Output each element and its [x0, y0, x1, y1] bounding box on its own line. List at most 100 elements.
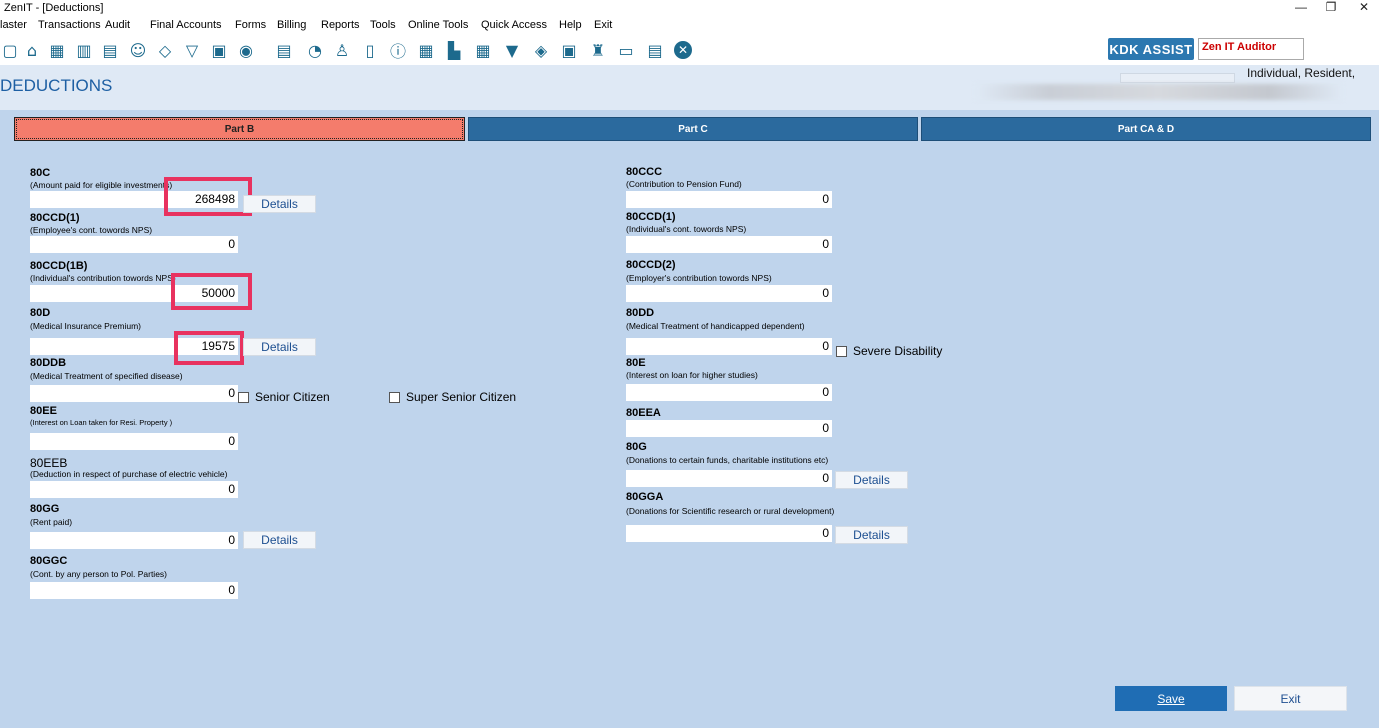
pie-chart-icon[interactable]: ◔: [305, 40, 325, 60]
upload-icon[interactable]: ◈: [531, 40, 551, 60]
menu-exit[interactable]: Exit: [594, 19, 612, 31]
bar-chart-icon[interactable]: ▥: [74, 40, 94, 60]
bs-icon[interactable]: ▣: [559, 40, 579, 60]
80ccd2-input[interactable]: 0: [626, 285, 832, 302]
menu-audit[interactable]: Audit: [105, 19, 130, 31]
80dd-input[interactable]: 0: [626, 338, 832, 355]
80gga-details-button[interactable]: Details: [835, 526, 908, 544]
80g-input[interactable]: 0: [626, 470, 832, 487]
grid-icon[interactable]: ▦: [47, 40, 67, 60]
form-icon[interactable]: ▤: [645, 40, 665, 60]
schedule-icon[interactable]: ▦: [473, 40, 493, 60]
menu-quick-access[interactable]: Quick Access: [481, 19, 547, 31]
80ggc-sublabel: (Cont. by any person to Pol. Parties): [30, 569, 168, 579]
calculator-icon[interactable]: ▤: [274, 40, 294, 60]
restore-button[interactable]: ❐: [1316, 0, 1346, 14]
page-title: DEDUCTIONS: [0, 76, 113, 95]
80d-sublabel: (Medical Insurance Premium): [30, 321, 142, 331]
export-icon[interactable]: ▙: [444, 40, 464, 60]
80d-label: 80D: [30, 307, 51, 319]
minimize-button[interactable]: —: [1286, 0, 1316, 14]
80e-input[interactable]: 0: [626, 384, 832, 401]
80ee-input[interactable]: 0: [30, 433, 238, 450]
80ccd2-label: 80CCD(2): [626, 259, 676, 271]
exit-button[interactable]: Exit: [1234, 686, 1347, 711]
80ccd1-right-input[interactable]: 0: [626, 236, 832, 253]
menu-final-accounts[interactable]: Final Accounts: [150, 19, 222, 31]
save-button[interactable]: Save: [1115, 686, 1227, 711]
download-icon[interactable]: ▼: [502, 40, 522, 60]
80eeb-input[interactable]: 0: [30, 481, 238, 498]
info-icon[interactable]: ⓘ: [388, 40, 408, 61]
menu-billing[interactable]: Billing: [277, 19, 306, 31]
report-icon[interactable]: ▦: [416, 40, 436, 60]
80ggc-input[interactable]: 0: [30, 582, 238, 599]
home-icon[interactable]: ⌂: [22, 40, 42, 60]
tax-icon[interactable]: ▣: [209, 40, 229, 60]
senior-citizen-checkbox[interactable]: Senior Citizen: [238, 390, 330, 404]
menu-master[interactable]: laster: [0, 19, 27, 31]
super-senior-citizen-label: Super Senior Citizen: [406, 390, 517, 404]
80gga-sublabel: (Donations for Scientific research or ru…: [626, 506, 835, 516]
80ccd1-right-label: 80CCD(1): [626, 211, 676, 223]
menu-reports[interactable]: Reports: [321, 19, 360, 31]
3cd-icon[interactable]: ▭: [616, 40, 636, 60]
new-icon[interactable]: ▢: [0, 40, 20, 60]
refresh-icon[interactable]: ◉: [236, 40, 256, 60]
80gg-input[interactable]: 0: [30, 532, 238, 549]
zen-it-auditor-button[interactable]: Zen IT Auditor: [1198, 38, 1304, 60]
menu-bar: laster Transactions Audit Final Accounts…: [0, 18, 1379, 35]
audit-user-icon[interactable]: ♜: [588, 40, 608, 60]
tab-part-b[interactable]: Part B: [14, 117, 465, 141]
80eea-label: 80EEA: [626, 407, 661, 419]
window-title: ZenIT - [Deductions]: [4, 2, 104, 14]
80dd-sublabel: (Medical Treatment of handicapped depend…: [626, 321, 805, 331]
80ccd1b-label: 80CCD(1B): [30, 260, 88, 272]
severe-disability-label: Severe Disability: [853, 344, 943, 358]
80g-details-button[interactable]: Details: [835, 471, 908, 489]
80dd-label: 80DD: [626, 307, 655, 319]
super-senior-citizen-checkbox[interactable]: Super Senior Citizen: [389, 390, 516, 404]
filter-icon[interactable]: ▽: [182, 40, 202, 60]
80gga-input[interactable]: 0: [626, 525, 832, 542]
users-icon[interactable]: ☺: [128, 40, 148, 60]
redacted-field: [1120, 73, 1235, 83]
80c-label: 80C: [30, 167, 51, 179]
close-icon[interactable]: ✕: [674, 41, 692, 59]
menu-help[interactable]: Help: [559, 19, 582, 31]
pay-icon[interactable]: ♙: [332, 40, 352, 60]
checkbox-box: [389, 391, 400, 403]
80g-sublabel: (Donations to certain funds, charitable …: [626, 455, 829, 465]
80ccd1b-sublabel: (Individual's contribution towords NPS): [30, 273, 176, 283]
80c-details-button[interactable]: Details: [243, 195, 316, 213]
80gg-details-button[interactable]: Details: [243, 531, 316, 549]
80eeb-label: 80EEB: [30, 456, 68, 470]
80d-details-button[interactable]: Details: [243, 338, 316, 356]
highlight-80ccd1b: [171, 273, 252, 310]
80ggc-label: 80GGC: [30, 555, 68, 567]
80ddb-input[interactable]: 0: [30, 385, 238, 402]
menu-tools[interactable]: Tools: [370, 19, 396, 31]
menu-forms[interactable]: Forms: [235, 19, 266, 31]
calendar-icon[interactable]: ▤: [100, 40, 120, 60]
close-window-button[interactable]: ✕: [1349, 0, 1379, 14]
tab-part-c[interactable]: Part C: [468, 117, 918, 141]
80ccc-input[interactable]: 0: [626, 191, 832, 208]
80ddb-sublabel: (Medical Treatment of specified disease): [30, 371, 183, 381]
checkbox-box: [836, 345, 847, 357]
title-bar: ZenIT - [Deductions] — ❐ ✕: [0, 0, 1379, 18]
tag-icon[interactable]: ◇: [155, 40, 175, 60]
80ccd1-input[interactable]: 0: [30, 236, 238, 253]
80gg-label: 80GG: [30, 503, 60, 515]
menu-transactions[interactable]: Transactions: [38, 19, 101, 31]
menu-online-tools[interactable]: Online Tools: [408, 19, 468, 31]
kdk-assist-button[interactable]: KDK ASSIST: [1108, 38, 1194, 60]
80c-sublabel: (Amount paid for eligible investments): [30, 180, 173, 190]
severe-disability-checkbox[interactable]: Severe Disability: [836, 344, 942, 358]
book-icon[interactable]: ▯: [360, 40, 380, 60]
80eea-input[interactable]: 0: [626, 420, 832, 437]
80ccd2-sublabel: (Employer's contribution towords NPS): [626, 273, 772, 283]
80ccd1-label: 80CCD(1): [30, 212, 80, 224]
80e-sublabel: (Interest on loan for higher studies): [626, 370, 758, 380]
tab-part-ca-d[interactable]: Part CA & D: [921, 117, 1371, 141]
